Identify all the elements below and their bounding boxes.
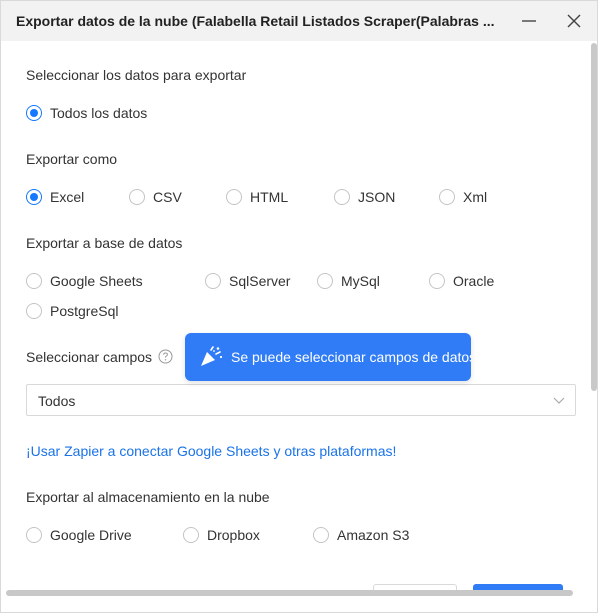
fields-select[interactable]: Todos [26, 384, 576, 416]
radio-circle [439, 189, 455, 205]
tooltip-text: Se puede seleccionar campos de datos [231, 349, 471, 365]
zapier-link[interactable]: ¡Usar Zapier a conectar Google Sheets y … [26, 443, 396, 459]
radio-label: Google Drive [50, 527, 132, 543]
radio-sqlserver[interactable]: SqlServer [205, 271, 290, 291]
radio-label: Oracle [453, 273, 495, 289]
export-as-heading: Exportar como [26, 151, 118, 167]
title-bar: Exportar datos de la nube (Falabella Ret… [1, 1, 597, 41]
fields-tooltip: Se puede seleccionar campos de datos [185, 333, 471, 381]
radio-circle [205, 273, 221, 289]
vertical-scrollbar[interactable] [591, 43, 597, 391]
radio-label: Dropbox [207, 527, 260, 543]
radio-circle [429, 273, 445, 289]
chevron-down-icon [553, 397, 565, 404]
radio-html[interactable]: HTML [226, 187, 288, 207]
minimize-button[interactable] [519, 11, 539, 31]
radio-circle [26, 303, 42, 319]
radio-csv[interactable]: CSV [129, 187, 182, 207]
radio-circle [26, 189, 42, 205]
radio-label: Google Sheets [50, 273, 143, 289]
dialog-title: Exportar datos de la nube (Falabella Ret… [16, 13, 495, 29]
radio-label: MySql [341, 273, 380, 289]
radio-circle [26, 105, 42, 121]
radio-label: JSON [358, 189, 396, 205]
radio-label: PostgreSql [50, 303, 119, 319]
radio-circle [129, 189, 145, 205]
radio-circle [26, 527, 42, 543]
radio-label: SqlServer [229, 273, 291, 289]
select-fields-heading: Seleccionar campos [26, 349, 153, 365]
export-dialog: Exportar datos de la nube (Falabella Ret… [0, 0, 598, 613]
fields-select-value: Todos [38, 393, 76, 409]
radio-circle [313, 527, 329, 543]
radio-postgresql[interactable]: PostgreSql [26, 301, 118, 321]
question-circle-icon [158, 349, 173, 364]
radio-label: Amazon S3 [337, 527, 410, 543]
select-data-heading: Seleccionar los datos para exportar [26, 67, 247, 83]
radio-circle [183, 527, 199, 543]
radio-label: HTML [250, 189, 289, 205]
cloud-storage-heading: Exportar al almacenamiento en la nube [26, 489, 270, 505]
radio-circle [334, 189, 350, 205]
radio-label: Excel [50, 189, 85, 205]
radio-all-data[interactable]: Todos los datos [26, 103, 147, 123]
radio-label: Todos los datos [50, 105, 148, 121]
radio-circle [26, 273, 42, 289]
radio-google-sheets[interactable]: Google Sheets [26, 271, 143, 291]
radio-label: Xml [463, 189, 488, 205]
radio-excel[interactable]: Excel [26, 187, 84, 207]
close-button[interactable] [564, 11, 584, 31]
horizontal-scrollbar[interactable] [6, 590, 573, 596]
export-db-heading: Exportar a base de datos [26, 235, 183, 251]
party-popper-icon [201, 346, 223, 366]
radio-xml[interactable]: Xml [439, 187, 487, 207]
radio-oracle[interactable]: Oracle [429, 271, 494, 291]
minimize-icon [522, 20, 536, 22]
radio-circle [317, 273, 333, 289]
radio-json[interactable]: JSON [334, 187, 395, 207]
close-icon [567, 14, 581, 28]
radio-amazon-s3[interactable]: Amazon S3 [313, 525, 409, 545]
radio-google-drive[interactable]: Google Drive [26, 525, 132, 545]
radio-dropbox[interactable]: Dropbox [183, 525, 260, 545]
radio-mysql[interactable]: MySql [317, 271, 380, 291]
radio-label: CSV [153, 189, 182, 205]
radio-circle [226, 189, 242, 205]
help-icon[interactable] [158, 349, 173, 364]
